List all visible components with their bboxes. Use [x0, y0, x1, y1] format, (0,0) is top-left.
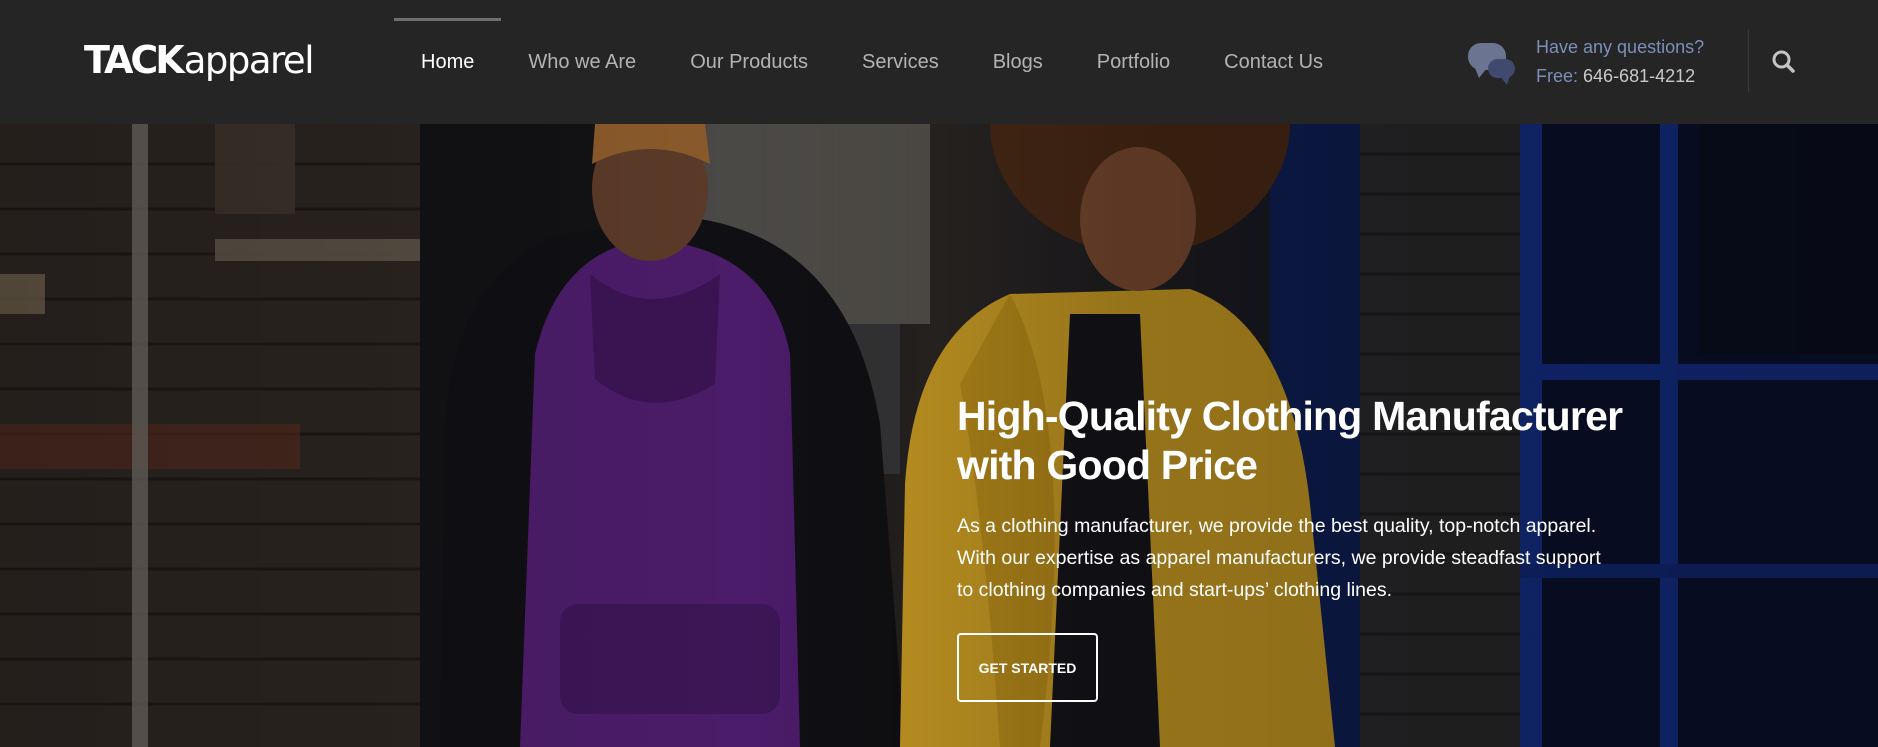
hero-title-line-2: with Good Price [957, 442, 1258, 488]
hero-title-line-1: High-Quality Clothing Manufacturer [957, 393, 1623, 439]
nav-item-services[interactable]: Services [835, 0, 966, 124]
logo-wordmark-light: apparel [183, 39, 315, 82]
nav-item-home[interactable]: Home [394, 0, 502, 124]
logo-wordmark-bold: TACK [84, 38, 185, 82]
header-divider [1748, 30, 1749, 92]
hero-content: High-Quality Clothing Manufacturer with … [957, 392, 1677, 702]
contact-phone-number[interactable]: 646-681-4212 [1583, 66, 1695, 86]
hero-title: High-Quality Clothing Manufacturer with … [957, 392, 1677, 490]
contact-free-label: Free: [1536, 66, 1579, 86]
main-nav: Home Who we Are Our Products Services Bl… [394, 0, 1350, 124]
hero-description-line-2: With our expertise as apparel manufactur… [957, 547, 1601, 569]
hero-banner: High-Quality Clothing Manufacturer with … [0, 124, 1878, 747]
nav-item-contact-us[interactable]: Contact Us [1197, 0, 1350, 124]
contact-text: Have any questions? Free: 646-681-4212 [1536, 33, 1704, 91]
contact-question: Have any questions? [1536, 37, 1705, 57]
hero-description-line-3: to clothing companies and start-ups’ clo… [957, 579, 1393, 601]
search-icon [1772, 50, 1795, 73]
nav-item-our-products[interactable]: Our Products [663, 0, 835, 124]
nav-item-who-we-are[interactable]: Who we Are [501, 0, 663, 124]
contact-phone-line: Free: 646-681-4212 [1536, 62, 1704, 91]
site-header: TACK apparel Home Who we Are Our Product… [0, 0, 1878, 124]
nav-item-blogs[interactable]: Blogs [966, 0, 1070, 124]
search-button[interactable] [1770, 48, 1798, 76]
nav-item-portfolio[interactable]: Portfolio [1070, 0, 1197, 124]
hero-description: As a clothing manufacturer, we provide t… [957, 510, 1677, 606]
chat-bubbles-icon [1466, 38, 1518, 86]
hero-description-line-1: As a clothing manufacturer, we provide t… [957, 515, 1597, 537]
get-started-button[interactable]: GET STARTED [957, 633, 1098, 702]
logo[interactable]: TACK apparel [84, 38, 315, 84]
contact-info: Have any questions? Free: 646-681-4212 [1466, 32, 1704, 92]
